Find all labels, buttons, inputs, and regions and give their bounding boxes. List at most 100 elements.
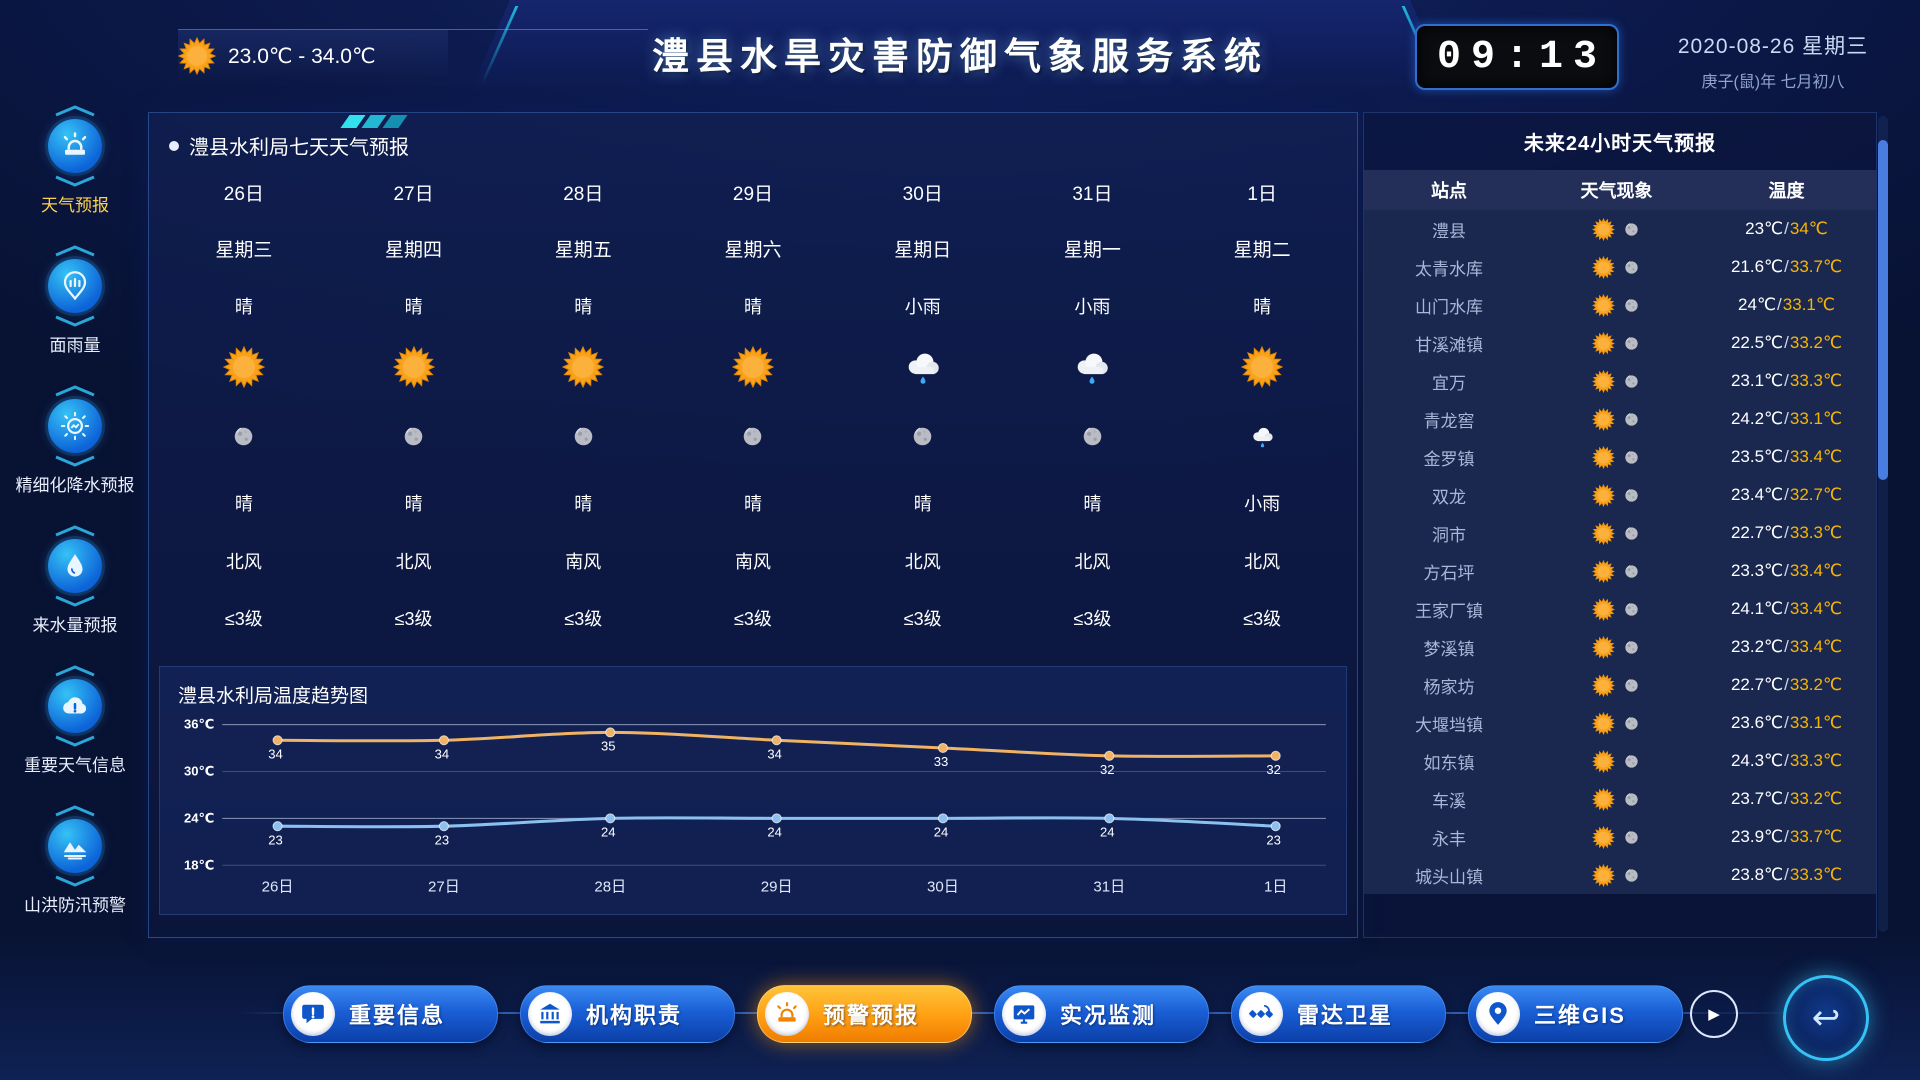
temp-separator: / <box>1783 333 1790 352</box>
svg-text:28日: 28日 <box>594 878 626 895</box>
nav-button[interactable]: 三维GIS <box>1468 985 1683 1043</box>
station-row[interactable]: 宜万 23.1℃/33.3℃ <box>1364 362 1876 400</box>
station-row[interactable]: 如东镇 24.3℃/33.3℃ <box>1364 742 1876 780</box>
station-temperature: 23.3℃/33.4℃ <box>1699 561 1874 581</box>
station-weather-icons <box>1534 218 1699 241</box>
sun-icon <box>1592 332 1615 355</box>
svg-text:32: 32 <box>1100 762 1115 777</box>
sidebar-item[interactable]: 山洪防汛预警 <box>5 804 145 917</box>
panel-title-row: 澧县水利局七天天气预报 <box>149 113 1357 160</box>
station-row[interactable]: 城头山镇 23.8℃/33.3℃ <box>1364 856 1876 894</box>
forecast-day-condition: 晴 <box>235 293 253 319</box>
station-row[interactable]: 金罗镇 23.5℃/33.4℃ <box>1364 438 1876 476</box>
station-row[interactable]: 方石坪 23.3℃/33.4℃ <box>1364 552 1876 590</box>
station-temperature: 22.7℃/33.2℃ <box>1699 675 1874 695</box>
station-row[interactable]: 双龙 23.4℃/32.7℃ <box>1364 476 1876 514</box>
temp-low: 23.3℃ <box>1731 561 1783 580</box>
sidebar-item[interactable]: 精细化降水预报 <box>5 384 145 497</box>
sun-icon <box>1592 256 1615 279</box>
page-title: 澧县水旱灾害防御气象服务系统 <box>0 26 1920 80</box>
date-gregorian: 2020-08-26 星期三 <box>1648 30 1898 60</box>
sidebar-item-label: 精细化降水预报 <box>16 475 135 497</box>
forecast-day-condition: 晴 <box>744 293 762 319</box>
station-row[interactable]: 永丰 23.9℃/33.7℃ <box>1364 818 1876 856</box>
temp-low: 23.1℃ <box>1731 371 1783 390</box>
station-temperature: 22.5℃/33.2℃ <box>1699 333 1874 353</box>
chevron-down-icon <box>52 175 98 188</box>
station-row[interactable]: 车溪 23.7℃/33.2℃ <box>1364 780 1876 818</box>
sun-icon <box>1592 598 1615 621</box>
chevron-up-icon <box>52 524 98 537</box>
sun-icon <box>1592 750 1615 773</box>
sun-icon <box>1592 560 1615 583</box>
scrollbar-thumb[interactable] <box>1878 140 1888 480</box>
play-button[interactable]: ▶ <box>1690 990 1738 1038</box>
chevron-up-icon <box>52 384 98 397</box>
forecast-weekday: 星期二 <box>1234 235 1291 262</box>
station-temperature: 21.6℃/33.7℃ <box>1699 257 1874 277</box>
forecast-day-weather-icon <box>393 346 435 393</box>
temp-separator: / <box>1783 561 1790 580</box>
forecast-day-condition: 小雨 <box>905 293 941 319</box>
temp-low: 24.3℃ <box>1731 751 1783 770</box>
bullet-dot-icon <box>169 141 179 151</box>
sidebar-item[interactable]: 天气预报 <box>5 104 145 217</box>
station-row[interactable]: 梦溪镇 23.2℃/33.4℃ <box>1364 628 1876 666</box>
station-row[interactable]: 太青水库 21.6℃/33.7℃ <box>1364 248 1876 286</box>
forecast-night-condition: 小雨 <box>1244 490 1280 516</box>
nav-button[interactable]: 重要信息 <box>283 985 498 1043</box>
svg-text:34: 34 <box>268 746 283 761</box>
sidebar-item[interactable]: 面雨量 <box>5 244 145 357</box>
moon-icon <box>1622 638 1641 657</box>
station-row[interactable]: 杨家坊 22.7℃/33.2℃ <box>1364 666 1876 704</box>
forecast-night-condition: 晴 <box>574 490 592 516</box>
forecast-weekday: 星期四 <box>385 235 442 262</box>
temp-separator: / <box>1783 219 1790 238</box>
station-row[interactable]: 山门水库 24℃/33.1℃ <box>1364 286 1876 324</box>
sidebar-item[interactable]: 重要天气信息 <box>5 664 145 777</box>
svg-text:23: 23 <box>268 832 283 847</box>
forecast-day-condition: 晴 <box>405 293 423 319</box>
temp-low: 22.7℃ <box>1731 675 1783 694</box>
svg-text:26日: 26日 <box>262 878 294 895</box>
forecast-wind-level: ≤3级 <box>564 605 602 631</box>
temp-high: 33.1℃ <box>1790 409 1842 428</box>
svg-text:30日: 30日 <box>927 878 959 895</box>
col-temperature: 温度 <box>1699 177 1874 203</box>
station-weather-icons <box>1534 446 1699 469</box>
svg-text:1日: 1日 <box>1264 878 1287 895</box>
nav-button[interactable]: 机构职责 <box>520 985 735 1043</box>
station-row[interactable]: 甘溪滩镇 22.5℃/33.2℃ <box>1364 324 1876 362</box>
station-row[interactable]: 澧县 23℃/34℃ <box>1364 210 1876 248</box>
station-row[interactable]: 洞市 22.7℃/33.3℃ <box>1364 514 1876 552</box>
temp-high: 33.4℃ <box>1790 599 1842 618</box>
temp-low: 23.5℃ <box>1731 447 1783 466</box>
temp-high: 33.7℃ <box>1790 827 1842 846</box>
moon-icon <box>1622 714 1641 733</box>
station-name: 宜万 <box>1364 369 1534 394</box>
return-button[interactable]: ↩ <box>1783 975 1869 1061</box>
station-name: 洞市 <box>1364 521 1534 546</box>
forecast-panel-title: 澧县水利局七天天气预报 <box>189 131 409 160</box>
moon-icon <box>1622 790 1641 809</box>
station-row[interactable]: 大堰垱镇 23.6℃/33.1℃ <box>1364 704 1876 742</box>
nav-button[interactable]: 实况监测 <box>994 985 1209 1043</box>
moon-icon <box>1622 334 1641 353</box>
clock-time: 09:13 <box>1427 35 1607 80</box>
station-name: 金罗镇 <box>1364 445 1534 470</box>
station-table-body: 澧县 23℃/34℃ 太青水库 <box>1364 210 1876 894</box>
station-temperature: 24.3℃/33.3℃ <box>1699 751 1874 771</box>
chevron-down-icon <box>52 455 98 468</box>
temp-high: 33.1℃ <box>1783 295 1835 314</box>
temp-separator: / <box>1783 789 1790 808</box>
forecast-date: 1日 <box>1247 179 1277 206</box>
station-row[interactable]: 青龙窖 24.2℃/33.1℃ <box>1364 400 1876 438</box>
temperature-trend-chart: 36℃30℃24℃18℃26日27日28日29日30日31日1日34343534… <box>164 711 1340 907</box>
sidebar-item[interactable]: 来水量预报 <box>5 524 145 637</box>
station-row[interactable]: 王家厂镇 24.1℃/33.4℃ <box>1364 590 1876 628</box>
nav-button-label: 预警预报 <box>823 998 919 1030</box>
nav-button[interactable]: 雷达卫星 <box>1231 985 1446 1043</box>
temp-high: 33.4℃ <box>1790 637 1842 656</box>
nav-button[interactable]: 预警预报 <box>757 985 972 1043</box>
forecast-wind-level: ≤3级 <box>1243 605 1281 631</box>
